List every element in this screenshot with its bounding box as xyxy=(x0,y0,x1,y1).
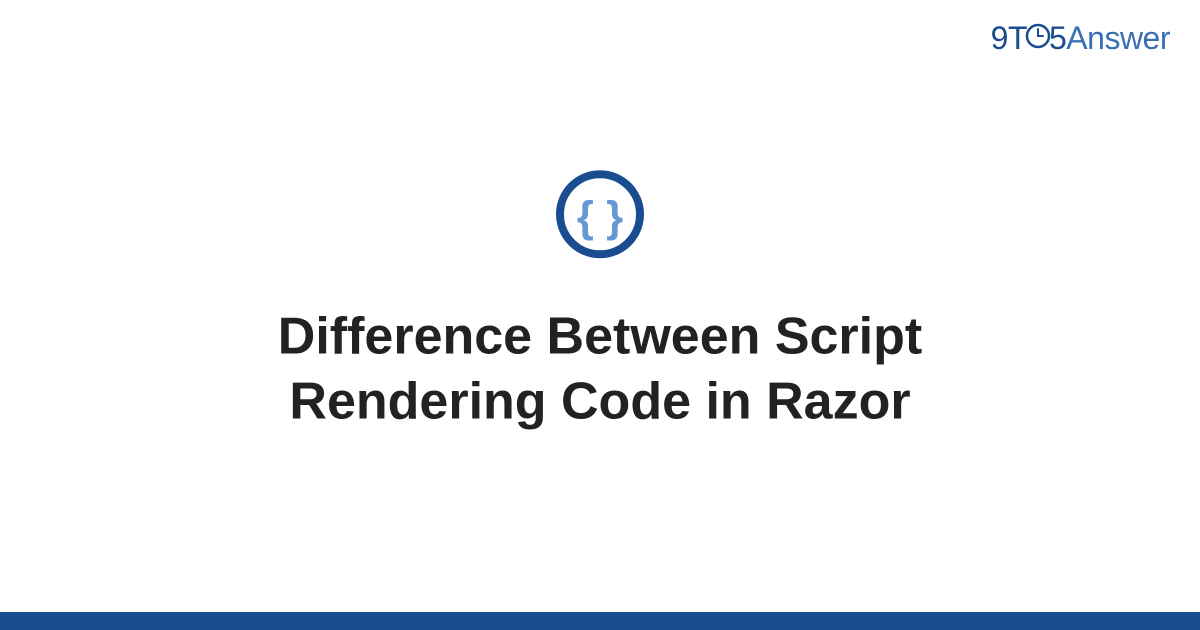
svg-text:{ }: { } xyxy=(577,192,623,241)
logo-5: 5 xyxy=(1049,20,1066,56)
main-content: { } Difference Between Script Rendering … xyxy=(0,169,1200,434)
site-logo: 9T 5Answer xyxy=(991,20,1170,59)
logo-answer: Answer xyxy=(1066,20,1170,56)
clock-icon xyxy=(1025,20,1051,57)
page-title: Difference Between Script Rendering Code… xyxy=(150,304,1050,434)
logo-9: 9 xyxy=(991,20,1008,56)
code-braces-icon: { } xyxy=(555,169,645,264)
footer-accent-bar xyxy=(0,612,1200,630)
